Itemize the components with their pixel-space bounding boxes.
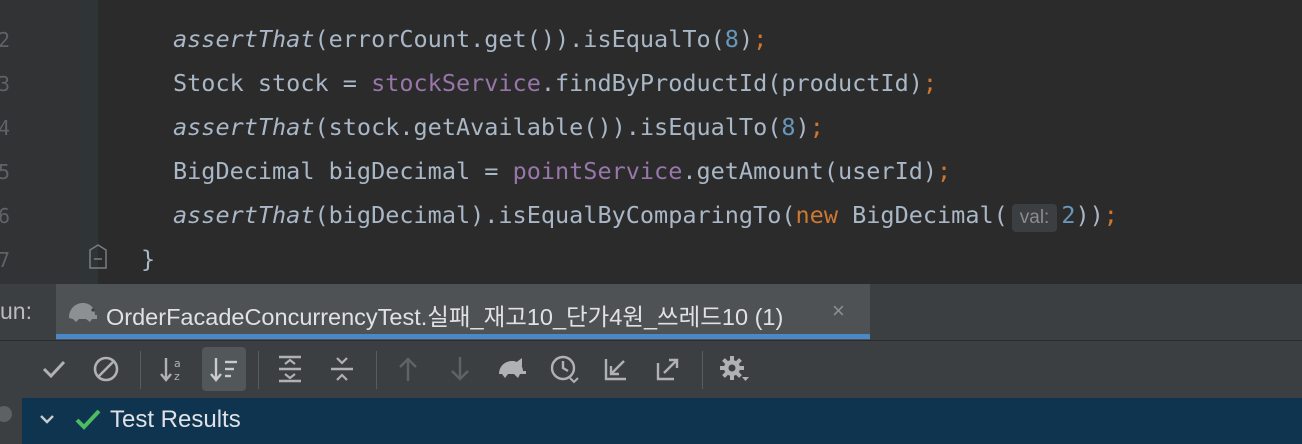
code-token: ) bbox=[738, 25, 754, 53]
clock-icon bbox=[549, 354, 579, 384]
run-tool-window-header: un: OrderFacadeConcurrencyTest.실패_재고10_단… bbox=[0, 284, 1302, 340]
code-token: ; bbox=[937, 157, 952, 185]
code-editor[interactable]: 1 62 63 64 65 66 67 assertThat(errorCoun… bbox=[0, 0, 1302, 284]
passed-check-icon bbox=[74, 408, 102, 432]
svg-text:a: a bbox=[174, 357, 181, 370]
test-results-tree[interactable]: Test Results bbox=[22, 398, 1302, 444]
toolbar-separator bbox=[702, 351, 703, 389]
line-number: 1 bbox=[0, 0, 26, 12]
code-token: ; bbox=[753, 25, 768, 53]
code-token: (stock.getAvailable()).isEqualTo( bbox=[314, 113, 782, 141]
sort-duration-icon bbox=[209, 354, 239, 384]
import-icon bbox=[602, 355, 630, 383]
toolbar-separator bbox=[140, 351, 141, 389]
parameter-hint: val: bbox=[1011, 204, 1058, 232]
code-token: ; bbox=[1103, 201, 1118, 229]
line-number: 66 bbox=[0, 204, 11, 228]
code-token: assertThat bbox=[173, 201, 315, 229]
ignored-icon bbox=[92, 355, 120, 383]
code-token: .getAmount(userId) bbox=[682, 157, 938, 185]
code-token: new bbox=[795, 201, 838, 229]
sort-alphabetically-button[interactable]: az bbox=[150, 347, 194, 391]
expand-all-icon bbox=[276, 354, 304, 384]
code-token: BigDecimal bigDecimal = bbox=[173, 157, 513, 185]
code-token: pointService bbox=[512, 157, 683, 185]
active-tab-indicator bbox=[56, 334, 870, 339]
code-line: Stock stock = stockService.findByProduct… bbox=[173, 68, 937, 98]
history-button[interactable] bbox=[542, 347, 586, 391]
code-token: assertThat bbox=[173, 113, 315, 141]
test-results-label: Test Results bbox=[110, 406, 241, 433]
code-token: 8 bbox=[781, 113, 796, 141]
code-token: stockService bbox=[371, 69, 541, 97]
code-token: ; bbox=[922, 69, 938, 97]
code-token: .findByProductId(productId) bbox=[540, 69, 923, 97]
code-token: BigDecimal( bbox=[837, 201, 1008, 229]
code-token: ) bbox=[795, 113, 810, 141]
run-tab[interactable]: OrderFacadeConcurrencyTest.실패_재고10_단가4원_… bbox=[56, 284, 870, 340]
test-runner-icon bbox=[66, 298, 100, 326]
gear-icon bbox=[718, 354, 750, 384]
sort-by-duration-button[interactable] bbox=[202, 347, 246, 391]
arrow-down-icon bbox=[448, 355, 472, 383]
run-tab-title: OrderFacadeConcurrencyTest.실패_재고10_단가4원_… bbox=[106, 304, 784, 330]
line-number: 67 bbox=[0, 248, 11, 272]
checkmark-icon bbox=[41, 356, 67, 382]
code-token: ; bbox=[809, 113, 824, 141]
run-label: un: bbox=[0, 298, 32, 324]
code-token: } bbox=[141, 245, 156, 273]
line-number: 64 bbox=[0, 116, 11, 140]
code-line: BigDecimal bigDecimal = pointService.get… bbox=[173, 156, 951, 186]
collapse-all-icon bbox=[328, 354, 356, 384]
code-line: assertThat(stock.getAvailable()).isEqual… bbox=[173, 112, 824, 142]
export-icon bbox=[654, 355, 682, 383]
show-ignored-button[interactable] bbox=[84, 347, 128, 391]
export-tests-button[interactable] bbox=[646, 347, 690, 391]
code-line: } bbox=[141, 244, 155, 274]
code-token: Stock stock = bbox=[173, 69, 372, 97]
svg-text:z: z bbox=[174, 370, 180, 383]
toolbar-separator bbox=[258, 351, 259, 389]
fold-strip bbox=[80, 0, 98, 284]
settings-button[interactable] bbox=[712, 347, 756, 391]
line-number-gutter: 1 62 63 64 65 66 67 bbox=[0, 0, 80, 284]
code-token: )) bbox=[1075, 201, 1104, 229]
chevron-down-icon[interactable] bbox=[36, 408, 58, 430]
code-line: assertThat(errorCount.get()).isEqualTo(8… bbox=[173, 24, 767, 54]
code-token: assertThat bbox=[173, 25, 315, 53]
rerun-turtle-icon bbox=[496, 354, 528, 384]
arrow-up-icon bbox=[396, 355, 420, 383]
line-number: 62 bbox=[0, 28, 11, 52]
previous-failed-button[interactable] bbox=[386, 347, 430, 391]
expand-all-button[interactable] bbox=[268, 347, 312, 391]
code-token: (errorCount.get()).isEqualTo( bbox=[314, 25, 725, 53]
next-failed-button[interactable] bbox=[438, 347, 482, 391]
collapse-all-button[interactable] bbox=[320, 347, 364, 391]
stop-icon[interactable] bbox=[0, 406, 12, 422]
code-token: 8 bbox=[724, 25, 739, 53]
fold-icon[interactable] bbox=[88, 244, 108, 270]
code-token: (bigDecimal).isEqualByComparingTo( bbox=[314, 201, 796, 229]
toolbar-separator bbox=[376, 351, 377, 389]
show-passed-button[interactable] bbox=[32, 347, 76, 391]
code-line: assertThat(bigDecimal).isEqualByComparin… bbox=[173, 200, 1118, 232]
import-tests-button[interactable] bbox=[594, 347, 638, 391]
rerun-failed-button[interactable] bbox=[490, 347, 534, 391]
line-number: 63 bbox=[0, 72, 11, 96]
close-icon[interactable]: × bbox=[832, 298, 845, 324]
line-number: 65 bbox=[0, 160, 11, 184]
code-token: 2 bbox=[1061, 201, 1076, 229]
test-toolbar: az bbox=[0, 340, 1302, 399]
sort-alpha-icon: az bbox=[158, 354, 186, 384]
